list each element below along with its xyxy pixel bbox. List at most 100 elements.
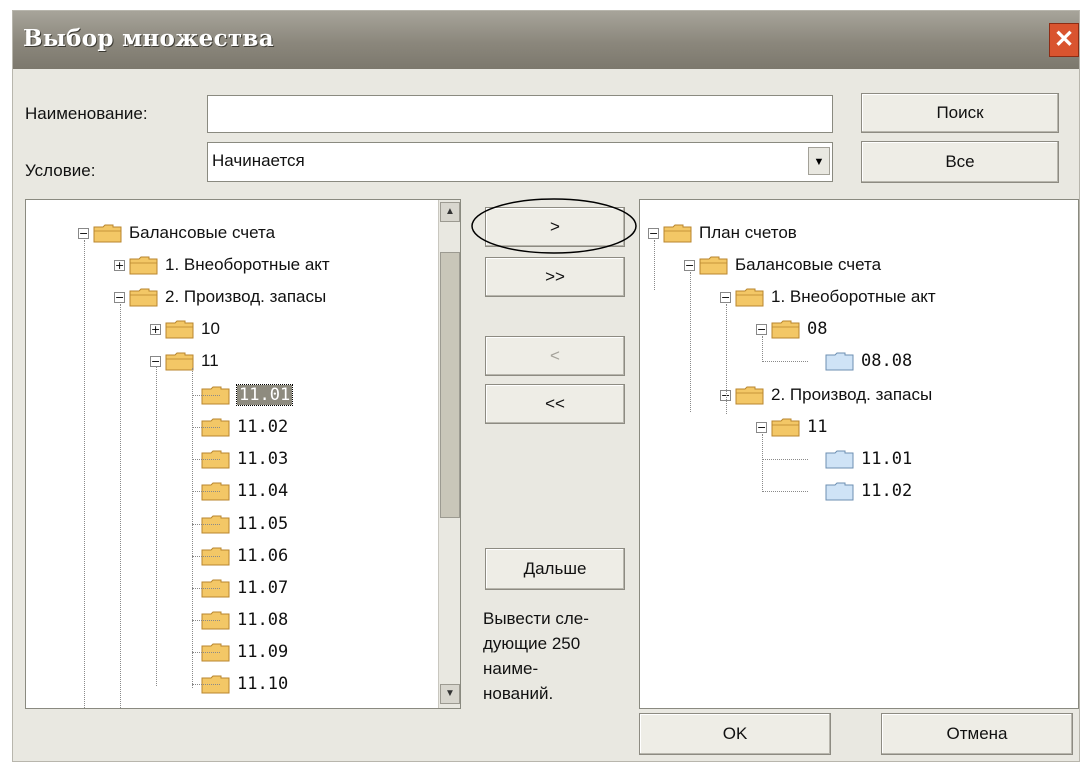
tree-connector	[726, 304, 727, 414]
expand-icon[interactable]: +	[150, 323, 161, 335]
next-note-line: наиме-	[483, 659, 539, 678]
tree-item-label: 2. Производ. запасы	[165, 287, 327, 306]
highlight-ellipse	[471, 198, 637, 254]
tree-item-label: 11.03	[237, 449, 289, 469]
tree-connector	[192, 588, 220, 589]
tree-connector	[192, 459, 220, 460]
window-title: Выбор множества	[23, 25, 274, 52]
scroll-down-icon[interactable]: ▼	[440, 684, 460, 704]
folder-icon	[663, 223, 693, 243]
tree-item-label: План счетов	[699, 223, 797, 242]
condition-value: Начинается	[212, 151, 305, 170]
close-icon[interactable]: ✕	[1049, 23, 1079, 57]
collapse-icon[interactable]: −	[648, 227, 659, 239]
folder-icon	[825, 481, 855, 501]
tree-item-label: 11.06	[237, 546, 289, 566]
condition-select[interactable]: Начинается ▼	[207, 142, 833, 182]
left-tree-panel[interactable]: − Балансовые счета +1. Внеоборотные акт − 2.…	[25, 199, 461, 709]
tree-item-label: 1. Внеоборотные акт	[771, 287, 936, 306]
tree-connector	[192, 652, 220, 653]
tree-item[interactable]: − 1. Внеоборотные акт	[720, 283, 936, 311]
tree-connector	[156, 366, 157, 686]
ok-button[interactable]: OK	[639, 713, 831, 755]
tree-item-label: 1. Внеоборотные акт	[165, 255, 330, 274]
tree-connector	[192, 395, 220, 396]
tree-item[interactable]: − 08	[756, 315, 827, 343]
collapse-icon[interactable]: −	[78, 227, 89, 239]
tree-item[interactable]: +1. Внеоборотные акт	[114, 251, 330, 279]
name-input[interactable]	[207, 95, 833, 133]
tree-connector	[762, 434, 763, 492]
condition-label: Условие:	[25, 161, 96, 180]
folder-icon	[93, 223, 123, 243]
tree-connector	[192, 620, 220, 621]
tree-item[interactable]: 08.08	[810, 347, 912, 375]
left-scrollbar[interactable]: ▲ ▼	[438, 200, 460, 708]
add-all-button[interactable]: >>	[485, 257, 625, 297]
expand-icon[interactable]: +	[114, 259, 125, 271]
scroll-up-icon[interactable]: ▲	[440, 202, 460, 222]
tree-item-label: 08.08	[861, 351, 913, 371]
name-label: Наименование:	[25, 104, 148, 123]
folder-icon	[825, 449, 855, 469]
tree-connector	[84, 240, 85, 708]
tree-item[interactable]: − 11	[150, 347, 219, 375]
tree-item[interactable]: − Балансовые счета	[684, 251, 881, 279]
collapse-icon[interactable]: −	[756, 323, 767, 335]
right-tree-panel[interactable]: − План счетов − Балансовые счета − 1. Внеобор…	[639, 199, 1079, 709]
tree-connector	[192, 427, 220, 428]
collapse-icon[interactable]: −	[114, 291, 125, 303]
tree-connector	[762, 361, 808, 362]
folder-icon	[825, 351, 855, 371]
tree-item-label: 11	[807, 417, 828, 437]
tree-item[interactable]: − 11	[756, 413, 827, 441]
title-bar[interactable]: Выбор множества ✕	[13, 11, 1079, 69]
tree-item[interactable]: − План счетов	[648, 219, 797, 247]
all-button[interactable]: Все	[861, 141, 1059, 183]
tree-connector	[654, 240, 655, 290]
tree-item[interactable]: − Балансовые счета	[78, 219, 275, 247]
tree-item[interactable]: 11.02	[810, 477, 912, 505]
collapse-icon[interactable]: −	[150, 355, 161, 367]
tree-connector	[762, 491, 808, 492]
tree-item-label: 11.10	[237, 674, 289, 694]
tree-item-label: 10	[201, 319, 220, 338]
tree-item[interactable]: +10	[150, 315, 220, 343]
next-note-line: дующие 250	[483, 634, 581, 653]
dialog-window: Выбор множества ✕ Наименование: Поиск Ус…	[12, 10, 1080, 762]
tree-connector	[192, 524, 220, 525]
tree-connector	[120, 304, 121, 708]
tree-item-label: 11.01	[861, 449, 913, 469]
collapse-icon[interactable]: −	[720, 291, 731, 303]
tree-item-label: Балансовые счета	[129, 223, 276, 242]
tree-item-label: 11.08	[237, 610, 289, 630]
tree-item[interactable]: −2. Производ. запасы	[720, 381, 932, 409]
tree-connector	[192, 684, 220, 685]
tree-item-label: Балансовые счета	[735, 255, 882, 274]
tree-connector	[762, 336, 763, 362]
folder-icon	[735, 385, 765, 405]
tree-connector	[762, 459, 808, 460]
chevron-down-icon[interactable]: ▼	[808, 147, 830, 175]
next-button[interactable]: Дальше	[485, 548, 625, 590]
search-button[interactable]: Поиск	[861, 93, 1059, 133]
tree-connector	[192, 491, 220, 492]
cancel-button[interactable]: Отмена	[881, 713, 1073, 755]
tree-item-label: 11.02	[237, 417, 289, 437]
tree-item-label: 11	[201, 351, 219, 370]
collapse-icon[interactable]: −	[684, 259, 695, 271]
tree-item[interactable]: − 2. Производ. запасы	[114, 283, 326, 311]
next-note-line: Вывести сле-	[483, 609, 589, 628]
tree-connector	[192, 368, 193, 688]
tree-item-label: 11.07	[237, 578, 289, 598]
remove-all-button[interactable]: <<	[485, 384, 625, 424]
folder-icon	[771, 319, 801, 339]
folder-icon	[735, 287, 765, 307]
tree-item[interactable]: 11.01	[810, 445, 912, 473]
next-note: Вывести сле- дующие 250 наиме- нований.	[483, 606, 589, 706]
folder-icon	[165, 351, 195, 371]
folder-icon	[129, 255, 159, 275]
collapse-icon[interactable]: −	[756, 421, 767, 433]
scroll-thumb[interactable]	[440, 252, 460, 518]
remove-one-button[interactable]: <	[485, 336, 625, 376]
